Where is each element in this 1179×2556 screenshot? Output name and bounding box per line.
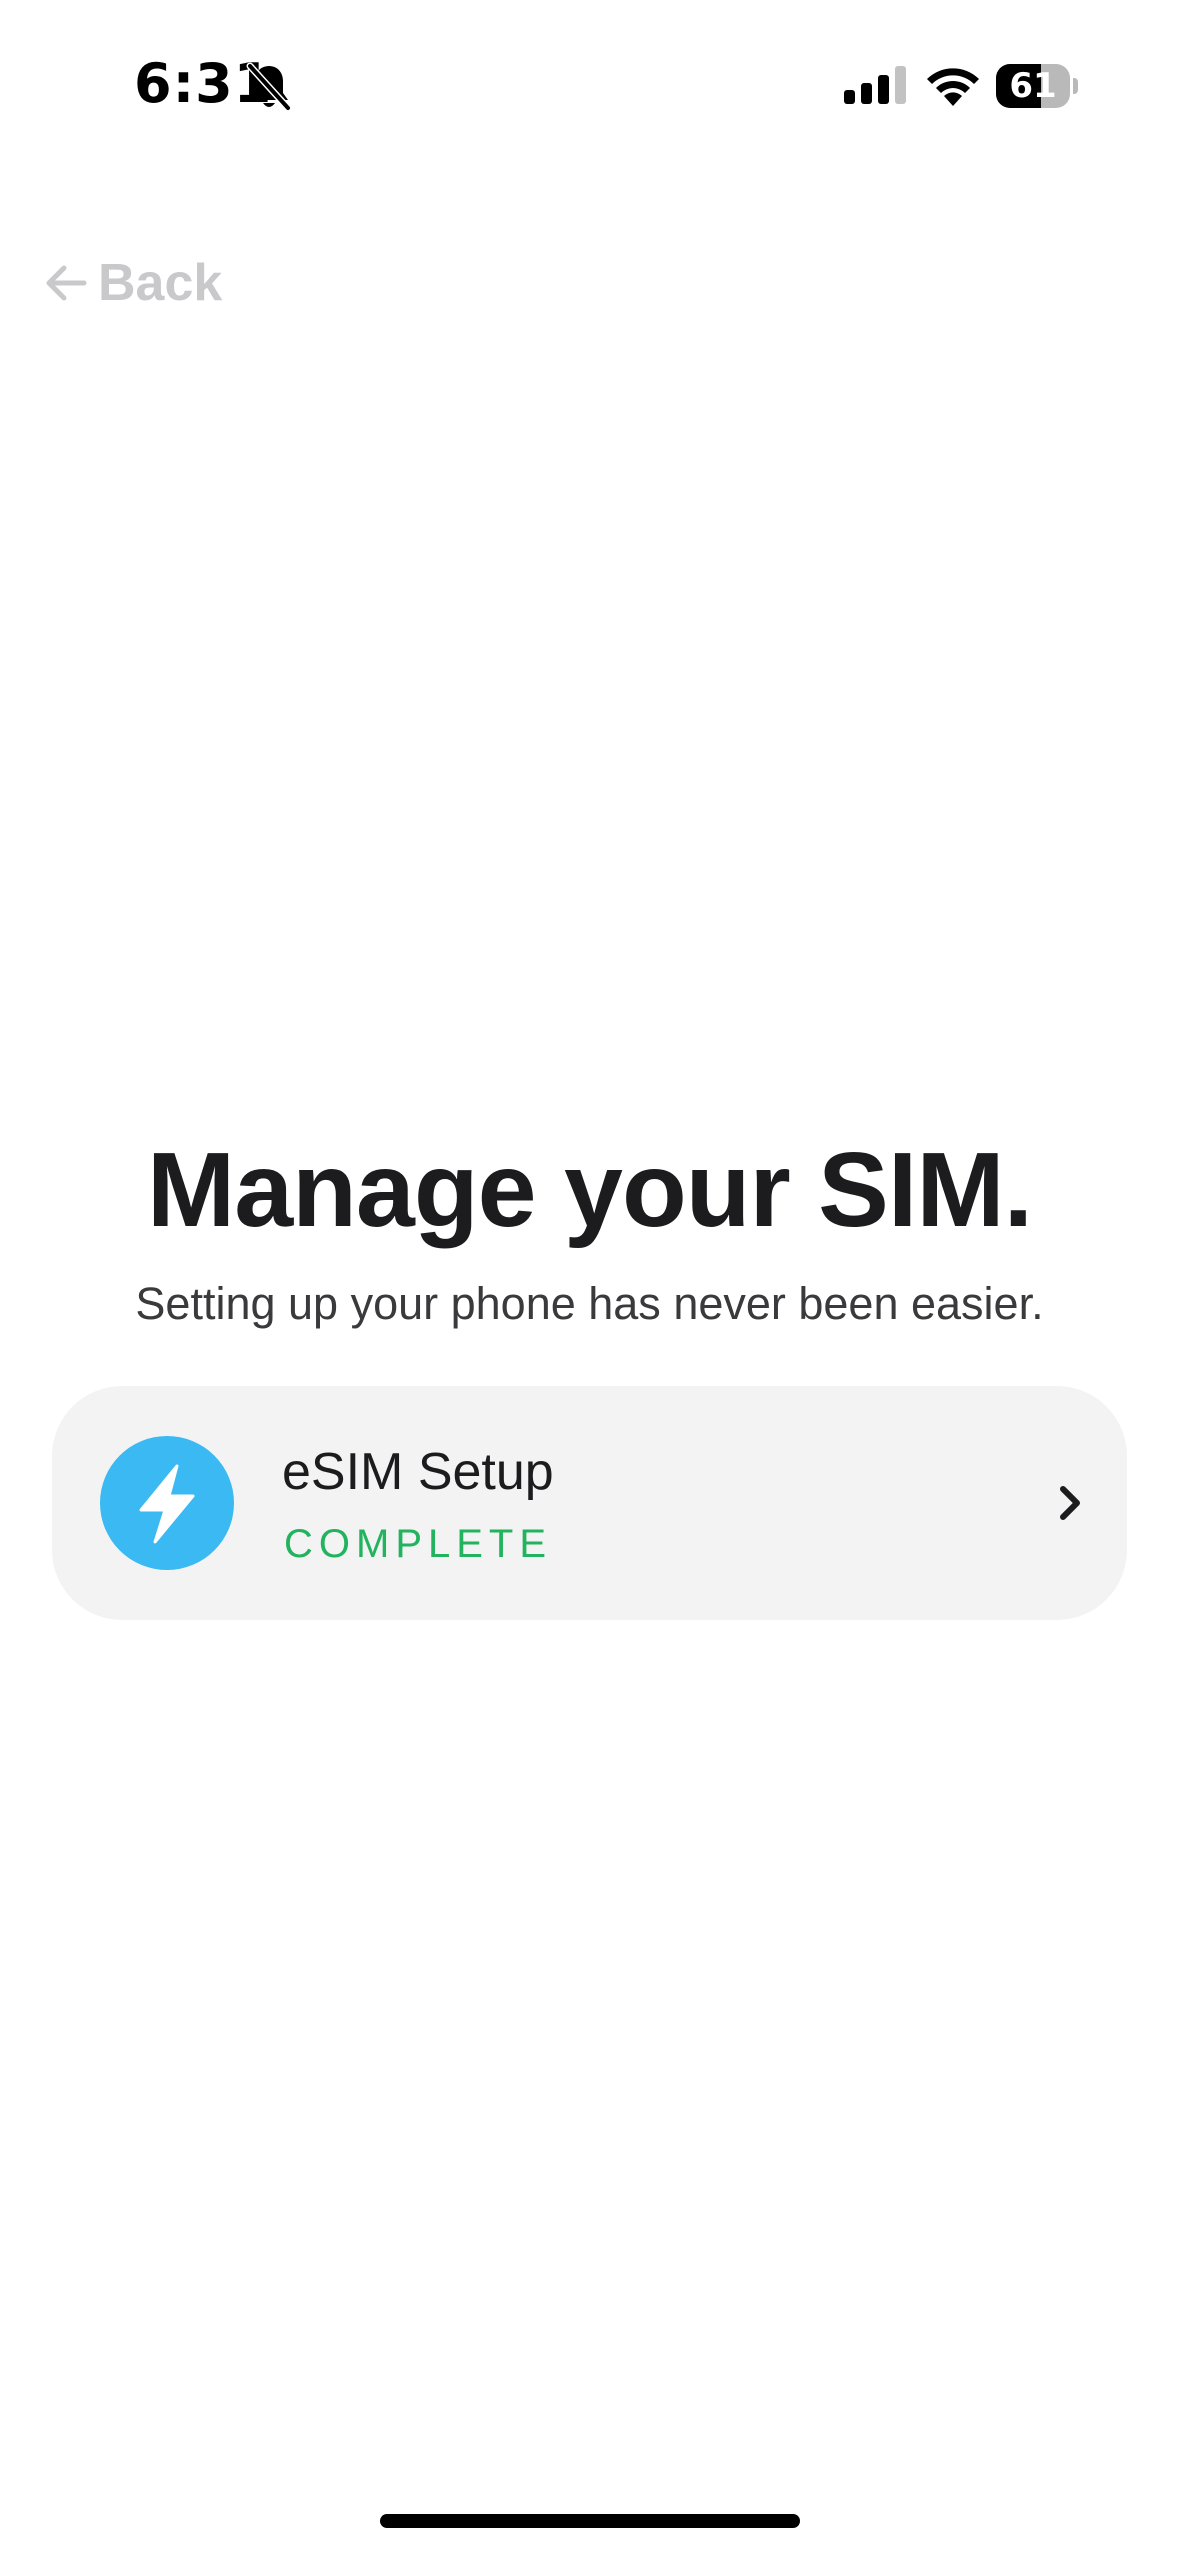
back-label: Back: [98, 254, 223, 312]
esim-icon-circle: [100, 1436, 234, 1570]
bell-muted-icon: [246, 62, 292, 112]
lightning-icon: [139, 1464, 195, 1544]
status-bar: 6:31 61: [0, 0, 1179, 170]
cellular-signal-icon: [844, 66, 906, 104]
page-title: Manage your SIM.: [146, 1131, 1033, 1249]
battery-tip: [1073, 78, 1078, 94]
status-label: COMPLETE: [284, 1522, 553, 1566]
wifi-icon: [927, 68, 979, 106]
battery-indicator: 61: [996, 64, 1078, 108]
page-subtitle: Setting up your phone has never been eas…: [135, 1278, 1044, 1329]
card-title: eSIM Setup: [282, 1443, 554, 1501]
battery-body: 61: [996, 64, 1070, 108]
home-indicator[interactable]: [380, 2514, 800, 2528]
back-arrow-icon: [46, 265, 87, 301]
esim-setup-card[interactable]: eSIM Setup COMPLETE: [52, 1386, 1127, 1620]
back-button[interactable]: Back: [44, 248, 222, 318]
chevron-right-icon: [1060, 1486, 1080, 1520]
battery-level-text: 61: [1009, 66, 1057, 106]
